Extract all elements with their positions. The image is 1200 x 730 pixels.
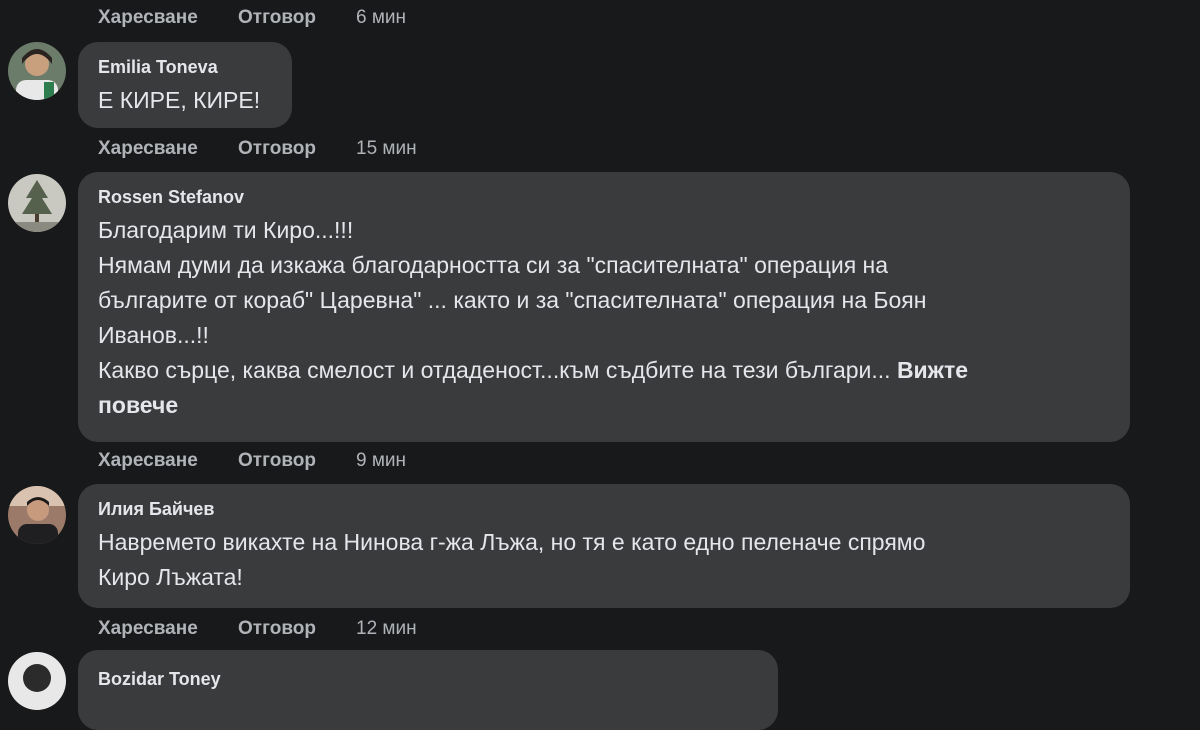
comment-text: Навремето викахте на Нинова г-жа Лъжа, н… xyxy=(98,529,926,590)
comment-bubble: Rossen Stefanov Благодарим ти Киро...!!!… xyxy=(78,172,1130,442)
timestamp[interactable]: 9 мин xyxy=(356,450,406,472)
comment-actions: Харесване Отговор 9 мин xyxy=(98,450,406,472)
timestamp[interactable]: 6 мин xyxy=(356,7,406,29)
avatar[interactable] xyxy=(8,174,66,232)
comment-text: Благодарим ти Киро...!!! Нямам думи да и… xyxy=(98,213,1110,423)
timestamp[interactable]: 15 мин xyxy=(356,138,417,160)
reply-link[interactable]: Отговор xyxy=(238,7,356,29)
like-link[interactable]: Харесване xyxy=(98,450,238,472)
avatar[interactable] xyxy=(8,652,66,710)
comment-author[interactable]: Bozidar Toney xyxy=(98,668,758,690)
comment-bubble: Bozidar Toney xyxy=(78,650,778,730)
timestamp[interactable]: 12 мин xyxy=(356,618,417,640)
comment-author[interactable]: Emilia Toneva xyxy=(98,56,272,78)
comment-text: Е КИРЕ, КИРЕ! xyxy=(98,87,261,113)
avatar[interactable] xyxy=(8,42,66,100)
comment-actions: Харесване Отговор 6 мин xyxy=(98,7,406,29)
comment-actions: Харесване Отговор 15 мин xyxy=(98,138,417,160)
reply-link[interactable]: Отговор xyxy=(238,618,356,640)
see-more-link-continued[interactable]: повече xyxy=(98,388,1110,423)
avatar[interactable] xyxy=(8,486,66,544)
comment-actions: Харесване Отговор 12 мин xyxy=(98,618,417,640)
comment-author[interactable]: Rossen Stefanov xyxy=(98,186,1110,208)
like-link[interactable]: Харесване xyxy=(98,618,238,640)
like-link[interactable]: Харесване xyxy=(98,138,238,160)
reply-link[interactable]: Отговор xyxy=(238,138,356,160)
comment-bubble: Emilia Toneva Е КИРЕ, КИРЕ! xyxy=(78,42,292,128)
see-more-link[interactable]: Вижте xyxy=(897,357,968,383)
comment-author[interactable]: Илия Байчев xyxy=(98,498,1110,520)
reply-link[interactable]: Отговор xyxy=(238,450,356,472)
like-link[interactable]: Харесване xyxy=(98,7,238,29)
comment-bubble: Илия Байчев Навремето викахте на Нинова … xyxy=(78,484,1130,608)
